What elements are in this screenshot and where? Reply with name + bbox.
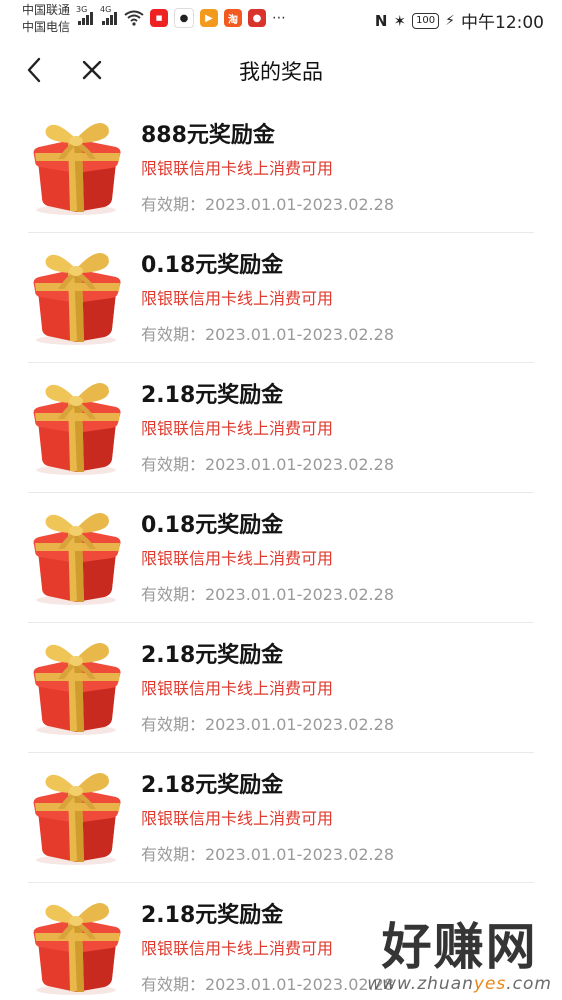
signal-icon: 4G	[100, 5, 118, 25]
status-time: 中午12:00	[461, 13, 544, 33]
prize-item[interactable]: 0.18元奖励金 限银联信用卡线上消费可用 有效期：2023.01.01-202…	[0, 493, 562, 623]
prize-title: 0.18元奖励金	[141, 513, 284, 538]
status-icons-left: 3G 4G ■ ● ▶ 淘 ● ⋯	[76, 5, 286, 28]
wifi-icon	[124, 10, 144, 26]
gift-icon	[33, 123, 121, 215]
gift-icon	[33, 773, 121, 865]
battery-icon: 100	[412, 12, 440, 29]
prize-usage-limit: 限银联信用卡线上消费可用	[141, 679, 334, 698]
prize-item[interactable]: 888元奖励金 限银联信用卡线上消费可用 有效期：2023.01.01-2023…	[0, 103, 562, 233]
qq-icon: ●	[174, 8, 194, 28]
prize-validity: 有效期：2023.01.01-2023.02.28	[141, 975, 394, 994]
app-icon: ●	[248, 9, 266, 27]
prize-usage-limit: 限银联信用卡线上消费可用	[141, 809, 334, 828]
prize-usage-limit: 限银联信用卡线上消费可用	[141, 289, 334, 308]
prize-title: 2.18元奖励金	[141, 773, 284, 798]
video-app-icon: ▶	[200, 9, 218, 27]
app-icon: ■	[150, 9, 168, 27]
prize-item[interactable]: 2.18元奖励金 限银联信用卡线上消费可用 有效期：2023.01.01-202…	[0, 753, 562, 883]
gift-icon	[33, 643, 121, 735]
prize-usage-limit: 限银联信用卡线上消费可用	[141, 549, 334, 568]
gift-icon	[33, 513, 121, 605]
page-title: 我的奖品	[239, 60, 323, 84]
gift-icon	[33, 383, 121, 475]
prize-validity: 有效期：2023.01.01-2023.02.28	[141, 195, 394, 214]
status-bar: 中国联通 中国电信 3G 4G ■ ● ▶ 淘 ● ⋯ N ✶ 100 ⚡ 中午…	[0, 0, 562, 40]
prize-validity: 有效期：2023.01.01-2023.02.28	[141, 455, 394, 474]
prize-validity: 有效期：2023.01.01-2023.02.28	[141, 585, 394, 604]
nfc-icon: N	[374, 11, 388, 30]
prize-validity: 有效期：2023.01.01-2023.02.28	[141, 325, 394, 344]
more-icon: ⋯	[272, 10, 286, 26]
prize-title: 2.18元奖励金	[141, 903, 284, 928]
gift-icon	[33, 903, 121, 995]
nav-bar: 我的奖品	[0, 44, 562, 96]
taobao-icon: 淘	[224, 9, 242, 27]
carrier-labels: 中国联通 中国电信	[22, 2, 70, 36]
signal-icon: 3G	[76, 5, 94, 25]
prize-usage-limit: 限银联信用卡线上消费可用	[141, 159, 334, 178]
prize-item[interactable]: 2.18元奖励金 限银联信用卡线上消费可用 有效期：2023.01.01-202…	[0, 363, 562, 493]
status-icons-right: N ✶ 100 ⚡ 中午12:00	[374, 8, 544, 34]
prize-item[interactable]: 2.18元奖励金 限银联信用卡线上消费可用 有效期：2023.01.01-202…	[0, 883, 562, 1000]
bluetooth-icon: ✶	[393, 11, 407, 30]
prize-validity: 有效期：2023.01.01-2023.02.28	[141, 715, 394, 734]
prize-list: 888元奖励金 限银联信用卡线上消费可用 有效期：2023.01.01-2023…	[0, 103, 562, 1000]
carrier-2: 中国电信	[22, 20, 71, 34]
prize-usage-limit: 限银联信用卡线上消费可用	[141, 419, 334, 438]
carrier-1: 中国联通	[22, 3, 71, 17]
prize-usage-limit: 限银联信用卡线上消费可用	[141, 939, 334, 958]
prize-page: 中国联通 中国电信 3G 4G ■ ● ▶ 淘 ● ⋯ N ✶ 100 ⚡ 中午…	[0, 0, 562, 1000]
prize-title: 0.18元奖励金	[141, 253, 284, 278]
prize-title: 888元奖励金	[141, 123, 275, 148]
prize-title: 2.18元奖励金	[141, 383, 284, 408]
prize-item[interactable]: 2.18元奖励金 限银联信用卡线上消费可用 有效期：2023.01.01-202…	[0, 623, 562, 753]
gift-icon	[33, 253, 121, 345]
prize-title: 2.18元奖励金	[141, 643, 284, 668]
prize-item[interactable]: 0.18元奖励金 限银联信用卡线上消费可用 有效期：2023.01.01-202…	[0, 233, 562, 363]
prize-validity: 有效期：2023.01.01-2023.02.28	[141, 845, 394, 864]
charging-icon: ⚡	[445, 12, 455, 29]
